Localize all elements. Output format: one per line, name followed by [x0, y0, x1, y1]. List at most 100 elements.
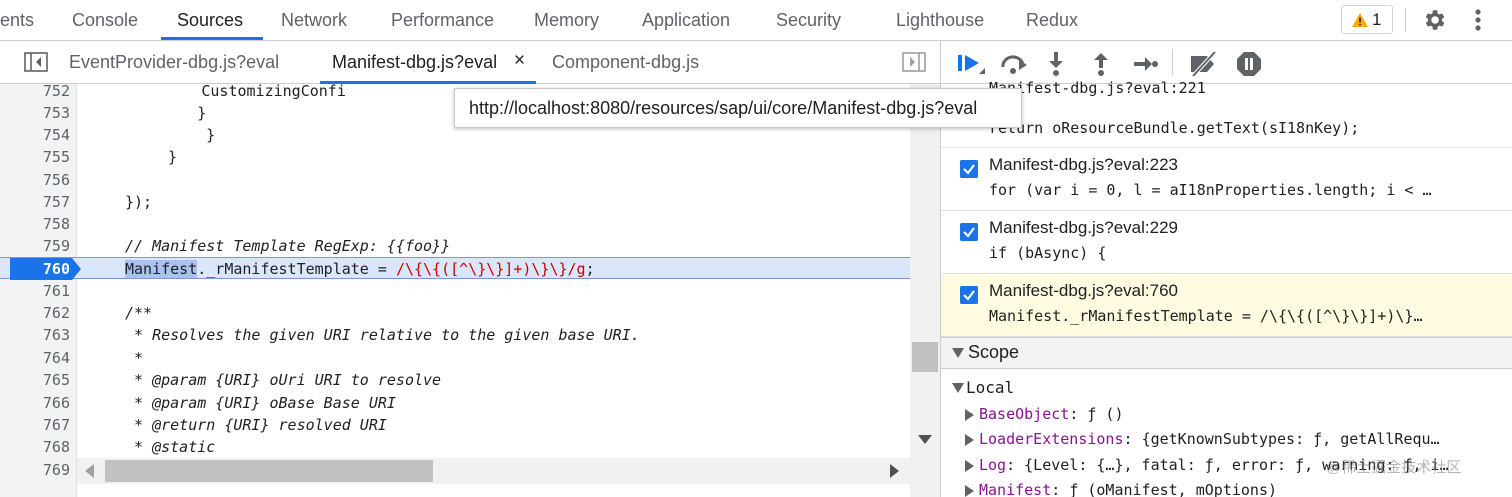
close-tab-icon[interactable]: × — [514, 41, 525, 81]
code-editor[interactable]: 752 CustomizingConfi 753 } 754 } 755 } 7… — [0, 84, 940, 497]
pause-on-exceptions-icon[interactable] — [1235, 50, 1263, 78]
line-number[interactable]: 759 — [0, 235, 70, 257]
tab-security[interactable]: Security — [776, 0, 841, 40]
code-comment: // Manifest Template RegExp: {{foo}} — [125, 237, 451, 255]
checkbox-checked-icon[interactable] — [960, 160, 978, 178]
more-options-icon[interactable] — [1468, 7, 1488, 33]
scope-local-label: Local — [966, 378, 1015, 397]
caret-right-icon[interactable] — [965, 409, 974, 421]
step-out-icon[interactable] — [1090, 50, 1112, 78]
code-line: 755 } — [0, 146, 910, 168]
scope-property[interactable]: Manifest: ƒ (oManifest, mOptions) — [941, 478, 1512, 497]
line-number[interactable]: 756 — [0, 169, 70, 191]
line-number[interactable]: 757 — [0, 191, 70, 213]
scope-property[interactable]: BaseObject: ƒ () — [941, 402, 1512, 427]
line-number[interactable]: 769 — [0, 459, 70, 481]
breakpoint-code: if (bAsync) { — [989, 244, 1107, 262]
breakpoint-location: Manifest-dbg.js?eval:760 — [989, 281, 1179, 300]
editor-tab-eventprovider[interactable]: EventProvider-dbg.js?eval — [69, 41, 279, 83]
scope-section-header[interactable]: Scope — [941, 337, 1512, 369]
toolbar-divider — [1172, 49, 1173, 75]
horizontal-scrollbar[interactable] — [77, 458, 910, 484]
scroll-left-icon[interactable] — [85, 464, 95, 478]
step-icon[interactable] — [1131, 50, 1159, 78]
tab-console[interactable]: Console — [72, 0, 138, 40]
scroll-right-icon[interactable] — [889, 464, 899, 478]
active-tab-indicator — [161, 37, 263, 40]
property-value: ƒ (oManifest, mOptions) — [1069, 481, 1278, 497]
tab-elements[interactable]: ents — [0, 0, 34, 40]
line-number[interactable]: 752 — [0, 84, 70, 102]
line-number[interactable]: 762 — [0, 302, 70, 324]
tab-lighthouse[interactable]: Lighthouse — [896, 0, 984, 40]
tab-application[interactable]: Application — [642, 0, 730, 40]
code-line: 765 * @param {URI} oUri URI to resolve — [0, 369, 910, 391]
editor-tab-manifest[interactable]: Manifest-dbg.js?eval — [332, 41, 497, 83]
line-number[interactable]: 753 — [0, 102, 70, 124]
selected-identifier[interactable]: Manifest — [125, 260, 198, 278]
property-name: BaseObject — [979, 405, 1070, 423]
toggle-debugger-icon[interactable] — [902, 52, 926, 72]
breakpoint-code: return oResourceBundle.getText(sI18nKey)… — [989, 119, 1360, 137]
breakpoint-item[interactable]: Manifest-dbg.js?eval:223 for (var i = 0,… — [941, 148, 1512, 211]
code-member: ._rManifestTemplate = — [197, 260, 396, 278]
gear-icon[interactable] — [1421, 7, 1447, 33]
checkbox-checked-icon[interactable] — [960, 286, 978, 304]
scroll-down-icon[interactable] — [918, 434, 932, 444]
caret-right-icon[interactable] — [965, 460, 974, 472]
breakpoint-item[interactable]: Manifest-dbg.js?eval:221 return oResourc… — [941, 79, 1512, 148]
code-text: } — [125, 104, 207, 122]
line-number[interactable]: 761 — [0, 280, 70, 302]
tab-memory[interactable]: Memory — [534, 0, 599, 40]
tab-network[interactable]: Network — [281, 0, 347, 40]
code-text: Manifest._rManifestTemplate = /\{\{([^\}… — [125, 258, 595, 280]
warnings-badge[interactable]: 1 — [1341, 5, 1393, 34]
vertical-scrollbar[interactable] — [910, 84, 940, 497]
horizontal-scroll-thumb[interactable] — [105, 460, 433, 482]
line-number[interactable]: 765 — [0, 369, 70, 391]
caret-down-icon — [952, 383, 964, 393]
line-number[interactable]: 758 — [0, 213, 70, 235]
toggle-navigator-icon[interactable] — [24, 52, 48, 72]
property-value: {getKnownSubtypes: ƒ, getAllRequ… — [1141, 430, 1440, 448]
line-number-current[interactable]: 760 — [0, 258, 70, 280]
line-number[interactable]: 764 — [0, 347, 70, 369]
watermark-text: @稀土掘金技术社区 — [1326, 459, 1462, 476]
scope-property[interactable]: LoaderExtensions: {getKnownSubtypes: ƒ, … — [941, 427, 1512, 452]
tab-performance[interactable]: Performance — [391, 0, 494, 40]
line-number[interactable]: 767 — [0, 414, 70, 436]
breakpoint-item[interactable]: Manifest-dbg.js?eval:229 if (bAsync) { — [941, 211, 1512, 274]
code-line: 759 // Manifest Template RegExp: {{foo}} — [0, 235, 910, 257]
code-text: } — [168, 148, 178, 166]
breakpoint-item-paused[interactable]: Manifest-dbg.js?eval:760 Manifest._rMani… — [941, 274, 1512, 337]
checkbox-checked-icon[interactable] — [960, 223, 978, 241]
caret-down-icon — [952, 348, 964, 358]
deactivate-breakpoints-icon[interactable] — [1187, 50, 1219, 78]
line-number[interactable]: 768 — [0, 436, 70, 458]
line-number[interactable]: 755 — [0, 146, 70, 168]
code-comment: * @param {URI} oUri URI to resolve — [125, 371, 442, 389]
vertical-scroll-thumb[interactable] — [912, 342, 938, 372]
warning-count: 1 — [1372, 10, 1382, 29]
code-line: 766 * @param {URI} oBase Base URI — [0, 392, 910, 414]
code-line: 762 /** — [0, 302, 910, 324]
line-number[interactable]: 754 — [0, 124, 70, 146]
tab-redux[interactable]: Redux — [1026, 0, 1078, 40]
code-comment: * — [125, 349, 144, 367]
tab-sources[interactable]: Sources — [177, 0, 243, 40]
line-number[interactable]: 766 — [0, 392, 70, 414]
caret-right-icon[interactable] — [965, 485, 974, 497]
code-line: 763 * Resolves the given URI relative to… — [0, 324, 910, 346]
scope-title: Scope — [968, 342, 1020, 362]
editor-tab-component[interactable]: Component-dbg.js — [552, 41, 699, 83]
line-number[interactable]: 763 — [0, 324, 70, 346]
step-over-icon[interactable] — [999, 50, 1029, 78]
caret-right-icon[interactable] — [965, 434, 974, 446]
property-name: Log — [979, 456, 1007, 474]
code-line: 764 * — [0, 347, 910, 369]
resume-icon[interactable] — [955, 50, 985, 78]
step-into-icon[interactable] — [1045, 50, 1067, 78]
code-comment: * @param {URI} oBase Base URI — [125, 394, 396, 412]
scope-local-header[interactable]: Local — [941, 376, 1512, 400]
devtools-panel-tabs: ents Console Sources Network Performance… — [0, 0, 1512, 41]
